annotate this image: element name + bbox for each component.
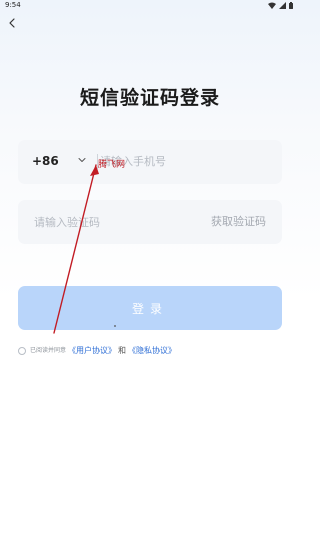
battery-icon xyxy=(289,2,293,9)
verification-code-field: 获取验证码 xyxy=(18,200,282,244)
user-agreement-link[interactable]: 《用户协议》 xyxy=(68,346,116,356)
back-button[interactable] xyxy=(5,16,19,30)
verification-code-input[interactable] xyxy=(34,212,184,232)
watermark-text: 腾飞网 xyxy=(98,160,126,170)
agreement-prefix: 已阅读并同意 xyxy=(30,347,67,354)
country-code-selector[interactable]: +86 xyxy=(32,154,59,168)
login-button[interactable]: 登录 xyxy=(18,286,282,330)
wifi-icon xyxy=(268,2,276,9)
chevron-down-icon[interactable] xyxy=(78,157,86,163)
signal-icon xyxy=(279,2,286,9)
agreement-and: 和 xyxy=(118,346,127,355)
agreement-checkbox[interactable] xyxy=(18,347,26,355)
agreement-row: 已阅读并同意 《用户协议》 和 《隐私协议》 xyxy=(18,345,176,357)
chevron-left-icon xyxy=(9,18,15,28)
get-code-button[interactable]: 获取验证码 xyxy=(211,215,266,228)
status-icons xyxy=(268,2,293,9)
annotation-arrow xyxy=(53,164,99,334)
status-time: 9:54 xyxy=(5,1,21,9)
privacy-policy-link[interactable]: 《隐私协议》 xyxy=(128,346,176,356)
status-bar: 9:54 xyxy=(0,0,300,12)
phone-input[interactable] xyxy=(100,151,270,171)
page-title: 短信验证码登录 xyxy=(79,87,220,109)
phone-field: +86 xyxy=(18,140,282,184)
decorative-dot xyxy=(114,325,116,327)
